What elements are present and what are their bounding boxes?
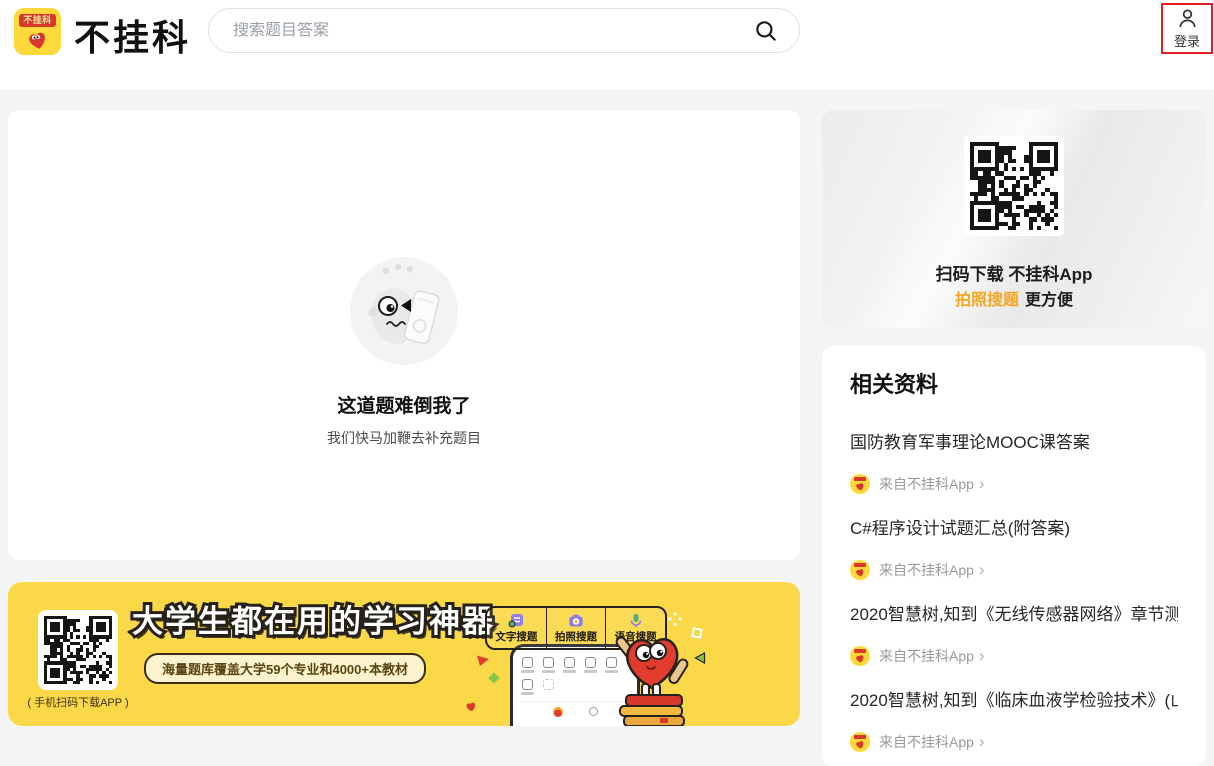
heart-decoration <box>464 700 478 713</box>
source-label: 来自不挂科App <box>879 560 974 580</box>
chevron-right-icon: › <box>979 477 985 491</box>
chevron-right-icon: › <box>979 563 985 577</box>
diamond-decoration <box>488 672 499 683</box>
heart-icon <box>25 28 50 52</box>
empty-mascot-illustration <box>345 254 463 372</box>
result-panel: 这道题难倒我了 我们快马加鞭去补充题目 <box>8 110 800 560</box>
related-title: 相关资料 <box>850 370 1178 400</box>
related-item: 国防教育军事理论MOOC课答案 来自不挂科App › <box>850 432 1178 494</box>
feature-label: 文字搜题 <box>495 629 537 644</box>
related-materials-panel: 相关资料 国防教育军事理论MOOC课答案 来自不挂科App › C#程序设计试题… <box>822 346 1206 766</box>
site-title: 不挂科 <box>74 9 191 61</box>
empty-title: 这道题难倒我了 <box>8 391 800 418</box>
app-badge-icon <box>850 474 870 494</box>
app-promo-banner[interactable]: ( 手机扫码下载APP ) 大学生都在用的学习神器 海量题库覆盖大学59个专业和… <box>8 582 800 726</box>
download-subcaption: 拍照搜题更方便 <box>822 286 1206 310</box>
empty-state: 这道题难倒我了 我们快马加鞭去补充题目 <box>8 254 800 448</box>
chevron-right-icon: › <box>979 735 985 749</box>
banner-title: 大学生都在用的学习神器 <box>132 596 495 641</box>
banner-qr-code <box>38 610 118 690</box>
feature-photo-search: 拍照搜题 <box>546 608 606 648</box>
download-qr-code <box>964 136 1064 236</box>
app-badge-icon <box>850 732 870 752</box>
clock-icon <box>589 707 598 716</box>
related-item-title[interactable]: 2020智慧树,知到《临床血液学检验技术》(山… <box>850 690 1178 712</box>
source-label: 来自不挂科App <box>879 474 974 494</box>
login-label: 登录 <box>1174 31 1200 50</box>
app-badge-icon <box>850 646 870 666</box>
text-search-icon <box>508 613 524 628</box>
related-item: C#程序设计试题汇总(附答案) 来自不挂科App › <box>850 518 1178 580</box>
search-icon[interactable] <box>753 18 779 44</box>
download-caption: 扫码下载 不挂科App <box>822 260 1206 285</box>
source-label: 来自不挂科App <box>879 646 974 666</box>
related-item: 2020智慧树,知到《无线传感器网络》章节测… 来自不挂科App › <box>850 604 1178 666</box>
app-download-card: 扫码下载 不挂科App 拍照搜题更方便 <box>822 110 1206 328</box>
chevron-right-icon: › <box>979 649 985 663</box>
source-label: 来自不挂科App <box>879 732 974 752</box>
related-item: 2020智慧树,知到《临床血液学检验技术》(山… 来自不挂科App › <box>850 690 1178 752</box>
empty-subtitle: 我们快马加鞭去补充题目 <box>8 428 800 448</box>
app-badge-icon <box>850 560 870 580</box>
search-bar <box>208 8 800 53</box>
related-item-source[interactable]: 来自不挂科App › <box>850 646 1178 666</box>
user-icon <box>1176 7 1199 30</box>
related-item-source[interactable]: 来自不挂科App › <box>850 560 1178 580</box>
triangle-decoration <box>476 654 490 667</box>
login-button[interactable]: 登录 <box>1161 3 1213 54</box>
subcaption-rest: 更方便 <box>1025 292 1073 309</box>
heart-mascot-illustration <box>600 622 712 726</box>
feature-text-search: 文字搜题 <box>487 608 546 648</box>
app-logo-icon: 不挂科 <box>14 8 61 55</box>
related-item-source[interactable]: 来自不挂科App › <box>850 474 1178 494</box>
related-item-title[interactable]: 2020智慧树,知到《无线传感器网络》章节测… <box>850 604 1178 626</box>
hot-icon <box>553 707 563 717</box>
banner-badge: 海量题库覆盖大学59个专业和4000+本教材 <box>144 653 426 684</box>
banner-qr-caption: ( 手机扫码下载APP ) <box>14 694 142 710</box>
header: 不挂科 不挂科 登录 <box>0 0 1214 90</box>
feature-label: 拍照搜题 <box>555 629 597 644</box>
camera-search-icon <box>568 613 584 628</box>
related-item-title[interactable]: C#程序设计试题汇总(附答案) <box>850 518 1178 540</box>
related-item-title[interactable]: 国防教育军事理论MOOC课答案 <box>850 432 1178 454</box>
related-item-source[interactable]: 来自不挂科App › <box>850 732 1178 752</box>
photo-search-highlight: 拍照搜题 <box>955 292 1019 309</box>
logo-badge: 不挂科 <box>19 14 56 27</box>
search-input[interactable] <box>209 22 753 40</box>
